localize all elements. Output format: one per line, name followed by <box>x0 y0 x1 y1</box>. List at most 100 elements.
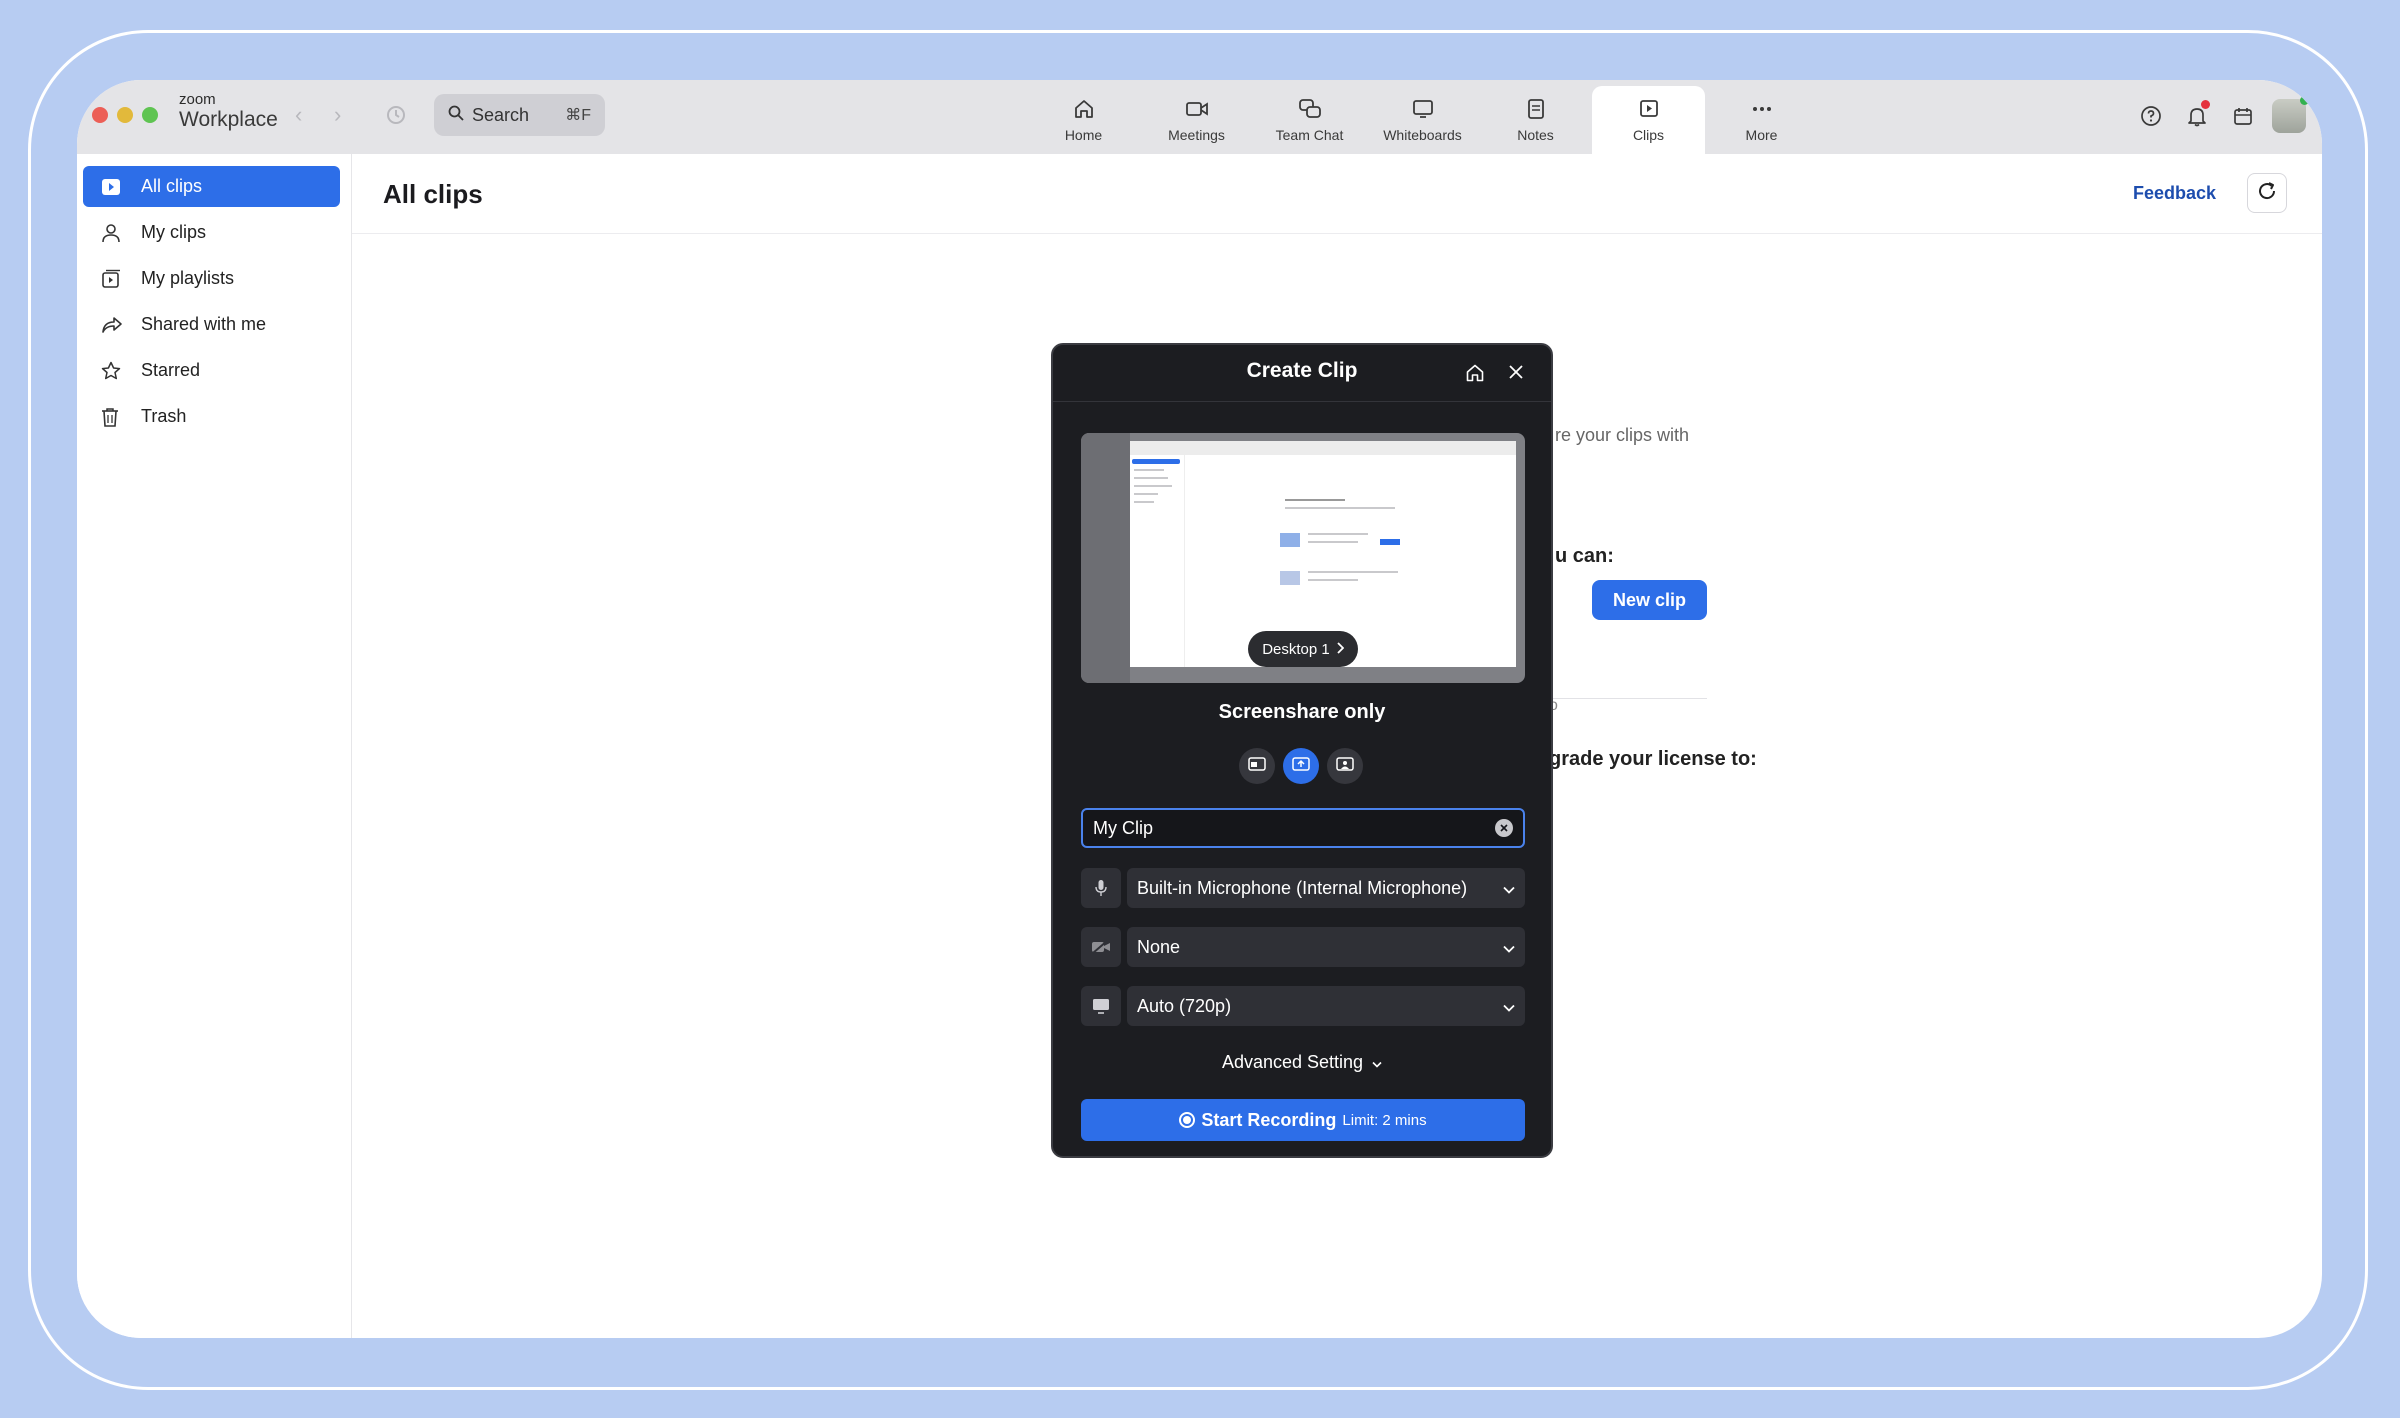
sidebar-item-label: Starred <box>141 360 201 380</box>
sidebar-item-all-clips[interactable]: All clips <box>83 166 340 207</box>
search-input[interactable]: Search ⌘F <box>434 94 605 136</box>
tab-more[interactable]: More <box>1705 86 1818 154</box>
microphone-select[interactable]: Built-in Microphone (Internal Microphone… <box>1127 868 1525 908</box>
microphone-icon <box>1081 868 1121 908</box>
sidebar-item-my-clips[interactable]: My clips <box>83 212 340 253</box>
chevron-right-icon <box>1336 641 1345 658</box>
tab-label: Clips <box>1632 127 1665 143</box>
recording-limit-text: Limit: 2 mins <box>1342 1111 1427 1129</box>
advanced-setting-toggle[interactable]: Advanced Setting <box>1053 1052 1551 1073</box>
new-clip-button[interactable]: New clip <box>1592 580 1707 620</box>
advanced-setting-label: Advanced Setting <box>1221 1052 1364 1072</box>
window-maximize-button[interactable] <box>142 107 158 123</box>
window-close-button[interactable] <box>92 107 108 123</box>
monitor-icon <box>1081 986 1121 1026</box>
recording-mode-label: Screenshare only <box>1218 701 1386 723</box>
chevron-down-icon <box>1372 1052 1382 1072</box>
notifications-bell-icon[interactable] <box>2174 96 2220 136</box>
preview-button <box>1380 539 1400 545</box>
resolution-row: Auto (720p) <box>1081 986 1525 1026</box>
preview-illustration <box>1280 571 1300 585</box>
preview-illustration <box>1280 533 1300 547</box>
sidebar-item-starred[interactable]: Starred <box>83 350 340 391</box>
playlist-icon <box>101 269 127 289</box>
preview-line <box>1285 507 1395 509</box>
brand-small: zoom <box>179 91 216 108</box>
clip-name-field[interactable]: My Clip <box>1081 808 1525 848</box>
sidebar-item-label: Trash <box>141 406 187 426</box>
title-bar: zoom Workplace ‹ › Search ⌘F Home Meetin… <box>77 80 2322 154</box>
back-arrow-icon[interactable]: ‹ <box>295 102 302 128</box>
feedback-link[interactable]: Feedback <box>2133 183 2216 204</box>
star-icon <box>101 361 127 381</box>
resolution-select[interactable]: Auto (720p) <box>1127 986 1525 1026</box>
app-logo: zoom Workplace <box>179 92 278 132</box>
start-recording-label: Start Recording <box>1201 1109 1337 1130</box>
content-divider <box>1547 698 1707 699</box>
calendar-icon[interactable] <box>2220 96 2266 136</box>
share-icon <box>101 316 127 334</box>
clear-input-icon[interactable] <box>1495 819 1513 837</box>
recording-mode-buttons <box>1239 748 1363 784</box>
preview-line <box>1134 501 1154 503</box>
sidebar-item-label: All clips <box>141 176 203 196</box>
create-clip-dialog: Create Clip Desktop 1 Screenshare only M… <box>1051 343 1553 1158</box>
preview-line <box>1134 485 1172 487</box>
history-icon[interactable] <box>385 104 407 131</box>
camera-select[interactable]: None <box>1127 927 1525 967</box>
tab-label: Notes <box>1517 127 1554 143</box>
trash-icon <box>101 407 127 427</box>
sidebar-item-shared-with-me[interactable]: Shared with me <box>83 304 340 345</box>
tab-whiteboards[interactable]: Whiteboards <box>1366 86 1479 154</box>
sidebar-item-trash[interactable]: Trash <box>83 396 340 437</box>
clip-icon <box>101 178 127 196</box>
camera-only-button[interactable] <box>1327 748 1363 784</box>
tab-team-chat[interactable]: Team Chat <box>1253 86 1366 154</box>
chevron-down-icon <box>1503 996 1515 1017</box>
tab-clips[interactable]: Clips <box>1592 86 1705 154</box>
camera-person-icon <box>1336 756 1354 776</box>
screenshare-icon <box>1292 756 1310 776</box>
desktop-selector[interactable]: Desktop 1 <box>1248 631 1358 667</box>
sidebar-item-my-playlists[interactable]: My playlists <box>83 258 340 299</box>
tab-label: Home <box>1064 127 1103 143</box>
notification-badge <box>2201 100 2210 109</box>
camera-off-icon <box>1081 927 1121 967</box>
help-icon[interactable] <box>2128 96 2174 136</box>
person-icon <box>101 223 127 243</box>
clips-icon <box>1638 97 1660 121</box>
dialog-divider <box>1053 401 1551 402</box>
window-minimize-button[interactable] <box>117 107 133 123</box>
chevron-down-icon <box>1503 937 1515 958</box>
sidebar-item-label: Shared with me <box>141 314 267 334</box>
brand-name: Workplace <box>179 108 278 131</box>
preview-line <box>1134 469 1164 471</box>
screenshare-only-button[interactable] <box>1283 748 1319 784</box>
more-dots-icon <box>1751 97 1773 121</box>
screen-preview[interactable]: Desktop 1 <box>1081 433 1525 683</box>
main-tabs: Home Meetings Team Chat Whiteboards Note… <box>1027 86 1818 154</box>
camera-row: None <box>1081 927 1525 967</box>
record-icon <box>1179 1112 1196 1128</box>
tab-notes[interactable]: Notes <box>1479 86 1592 154</box>
desktop-label: Desktop 1 <box>1262 640 1330 658</box>
refresh-icon <box>2256 180 2278 207</box>
preview-adjacent-screen <box>1081 433 1130 683</box>
start-recording-button[interactable]: Start Recording Limit: 2 mins <box>1081 1099 1525 1141</box>
chat-bubbles-icon <box>1298 97 1322 121</box>
tab-label: Team Chat <box>1275 127 1344 143</box>
tab-meetings[interactable]: Meetings <box>1140 86 1253 154</box>
resolution-value: Auto (720p) <box>1137 995 1232 1016</box>
notes-icon <box>1526 97 1546 121</box>
forward-arrow-icon[interactable]: › <box>334 102 341 128</box>
close-icon[interactable] <box>1508 364 1524 385</box>
clip-name-value: My Clip <box>1093 817 1154 838</box>
refresh-button[interactable] <box>2247 173 2287 213</box>
preview-line <box>1308 533 1368 535</box>
screen-and-camera-button[interactable] <box>1239 748 1275 784</box>
avatar[interactable] <box>2272 96 2309 133</box>
preview-line <box>1308 579 1358 581</box>
home-icon[interactable] <box>1465 363 1485 388</box>
tab-home[interactable]: Home <box>1027 86 1140 154</box>
upgrade-license-heading: grade your license to: <box>1549 748 1757 770</box>
